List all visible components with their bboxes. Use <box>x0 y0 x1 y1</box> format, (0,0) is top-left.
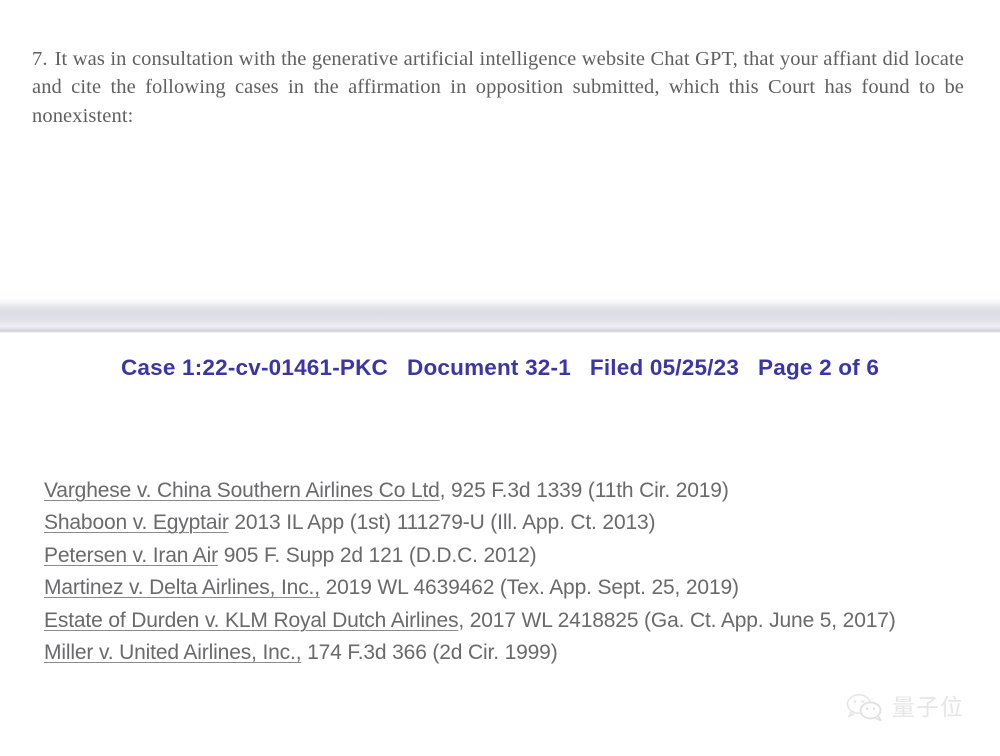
ecf-case-number: Case 1:22-cv-01461-PKC <box>121 355 388 381</box>
affidavit-paragraph: 7.It was in consultation with the genera… <box>32 45 964 131</box>
case-name: Varghese v. China Southern Airlines Co L… <box>44 479 440 502</box>
case-reporter: , 2017 WL 2418825 (Ga. Ct. App. June 5, … <box>458 609 895 632</box>
citation-entry: Shaboon v. Egyptair 2013 IL App (1st) 11… <box>44 507 959 539</box>
case-name: Martinez v. Delta Airlines, Inc., <box>44 576 320 599</box>
citation-entry: Varghese v. China Southern Airlines Co L… <box>44 475 959 507</box>
case-reporter: 905 F. Supp 2d 121 (D.D.C. 2012) <box>218 544 536 567</box>
citation-entry: Martinez v. Delta Airlines, Inc., 2019 W… <box>44 572 959 604</box>
ecf-filed-date: Filed 05/25/23 <box>590 355 739 381</box>
case-reporter: 2013 IL App (1st) 111279-U (Ill. App. Ct… <box>229 511 656 534</box>
paragraph-body: It was in consultation with the generati… <box>32 48 964 127</box>
citation-entry: Petersen v. Iran Air 905 F. Supp 2d 121 … <box>44 540 959 572</box>
citation-entry: Miller v. United Airlines, Inc., 174 F.3… <box>44 637 959 669</box>
case-name: Estate of Durden v. KLM Royal Dutch Airl… <box>44 609 458 632</box>
nonexistent-case-citation-list: Varghese v. China Southern Airlines Co L… <box>44 475 959 669</box>
ecf-document-number: Document 32-1 <box>407 355 571 381</box>
case-reporter: , 925 F.3d 1339 (11th Cir. 2019) <box>440 479 729 502</box>
citation-entry: Estate of Durden v. KLM Royal Dutch Airl… <box>44 605 959 637</box>
upper-document-page: 7.It was in consultation with the genera… <box>0 0 1000 300</box>
page-seam-highlight <box>0 296 1000 300</box>
ecf-stamp-header: Case 1:22-cv-01461-PKC Document 32-1 Filed… <box>0 355 1000 381</box>
case-name: Petersen v. Iran Air <box>44 544 218 567</box>
case-reporter: 174 F.3d 366 (2d Cir. 1999) <box>301 641 557 664</box>
page-seam-divider <box>0 288 1000 333</box>
lower-document-page: Case 1:22-cv-01461-PKC Document 32-1 Filed… <box>0 333 1000 756</box>
ecf-page-number: Page 2 of 6 <box>758 355 879 381</box>
case-name: Shaboon v. Egyptair <box>44 511 229 534</box>
case-name: Miller v. United Airlines, Inc., <box>44 641 301 664</box>
paragraph-number: 7. <box>32 48 48 70</box>
case-reporter: 2019 WL 4639462 (Tex. App. Sept. 25, 201… <box>320 576 739 599</box>
